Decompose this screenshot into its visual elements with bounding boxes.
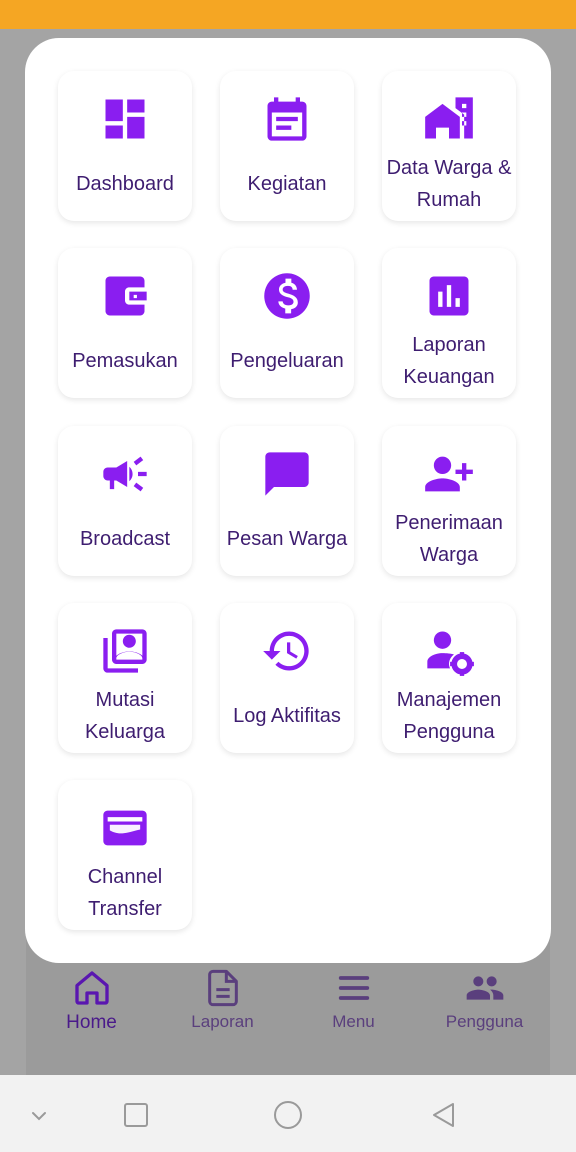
menu-item-pemasukan[interactable]: Pemasukan [58,248,192,398]
menu-item-penerimaan-warga[interactable]: Penerimaan Warga [382,426,516,576]
nav-item-laporan[interactable]: Laporan [157,962,288,1048]
menu-item-label: Broadcast [79,528,171,550]
menu-item-label: Laporan Keuangan [403,334,495,388]
home-circle-icon[interactable] [268,1095,308,1135]
menu-item-dashboard[interactable]: Dashboard [58,71,192,221]
person-add-icon [423,448,475,500]
menu-item-manajemen-pengguna[interactable]: Manajemen Pengguna [382,603,516,753]
dashboard-icon [99,93,151,145]
nav-label: Menu [332,1012,375,1031]
menu-item-label: Dashboard [76,173,174,195]
bottom-navigation: Home Laporan Menu Pengguna [26,962,550,1048]
home-icon [72,968,112,1008]
back-icon[interactable] [422,1095,462,1135]
document-icon [203,968,243,1008]
menu-item-pengeluaran[interactable]: Pengeluaran [220,248,354,398]
people-icon [465,968,505,1008]
bar-chart-icon [423,270,475,322]
nav-label: Pengguna [445,1012,524,1031]
menu-item-laporan-keuangan[interactable]: Laporan Keuangan [382,248,516,398]
status-bar [0,0,576,29]
menu-item-channel-transfer[interactable]: Channel Transfer [58,780,192,930]
menu-item-mutasi-keluarga[interactable]: Mutasi Keluarga [58,603,192,753]
menu-item-data-warga-rumah[interactable]: Data Warga & Rumah [382,71,516,221]
menu-item-label: Penerimaan Warga [395,512,503,566]
card-icon [99,802,151,854]
menu-item-label: Kegiatan [247,173,327,195]
user-gear-icon [423,625,475,677]
house-icon [423,93,475,145]
contacts-icon [99,625,151,677]
menu-item-broadcast[interactable]: Broadcast [58,426,192,576]
menu-item-pesan-warga[interactable]: Pesan Warga [220,426,354,576]
nav-item-home[interactable]: Home [26,962,157,1048]
wallet-icon [99,270,151,322]
system-navigation-bar [0,1075,576,1152]
menu-item-label: Channel Transfer [87,866,163,920]
menu-item-kegiatan[interactable]: Kegiatan [220,71,354,221]
menu-sheet: Dashboard Kegiatan Data Warga & Rumah Pe… [25,38,551,963]
menu-item-label: Data Warga & Rumah [386,157,512,211]
chat-icon [261,448,313,500]
menu-item-label: Log Aktifitas [233,705,341,727]
menu-item-label: Pemasukan [72,350,178,372]
nav-label: Home [66,1012,117,1033]
recents-icon[interactable] [116,1095,156,1135]
menu-item-label: Manajemen Pengguna [396,689,502,743]
dollar-icon [261,270,313,322]
history-icon [261,625,313,677]
menu-item-log-aktifitas[interactable]: Log Aktifitas [220,603,354,753]
chevron-down-icon[interactable] [19,1095,59,1135]
calendar-icon [261,93,313,145]
menu-item-label: Mutasi Keluarga [84,689,166,743]
nav-label: Laporan [191,1012,254,1031]
nav-item-menu[interactable]: Menu [288,962,419,1048]
menu-item-label: Pesan Warga [226,528,348,550]
hamburger-icon [334,968,374,1008]
megaphone-icon [99,448,151,500]
menu-item-label: Pengeluaran [230,350,344,372]
nav-item-pengguna[interactable]: Pengguna [419,962,550,1048]
